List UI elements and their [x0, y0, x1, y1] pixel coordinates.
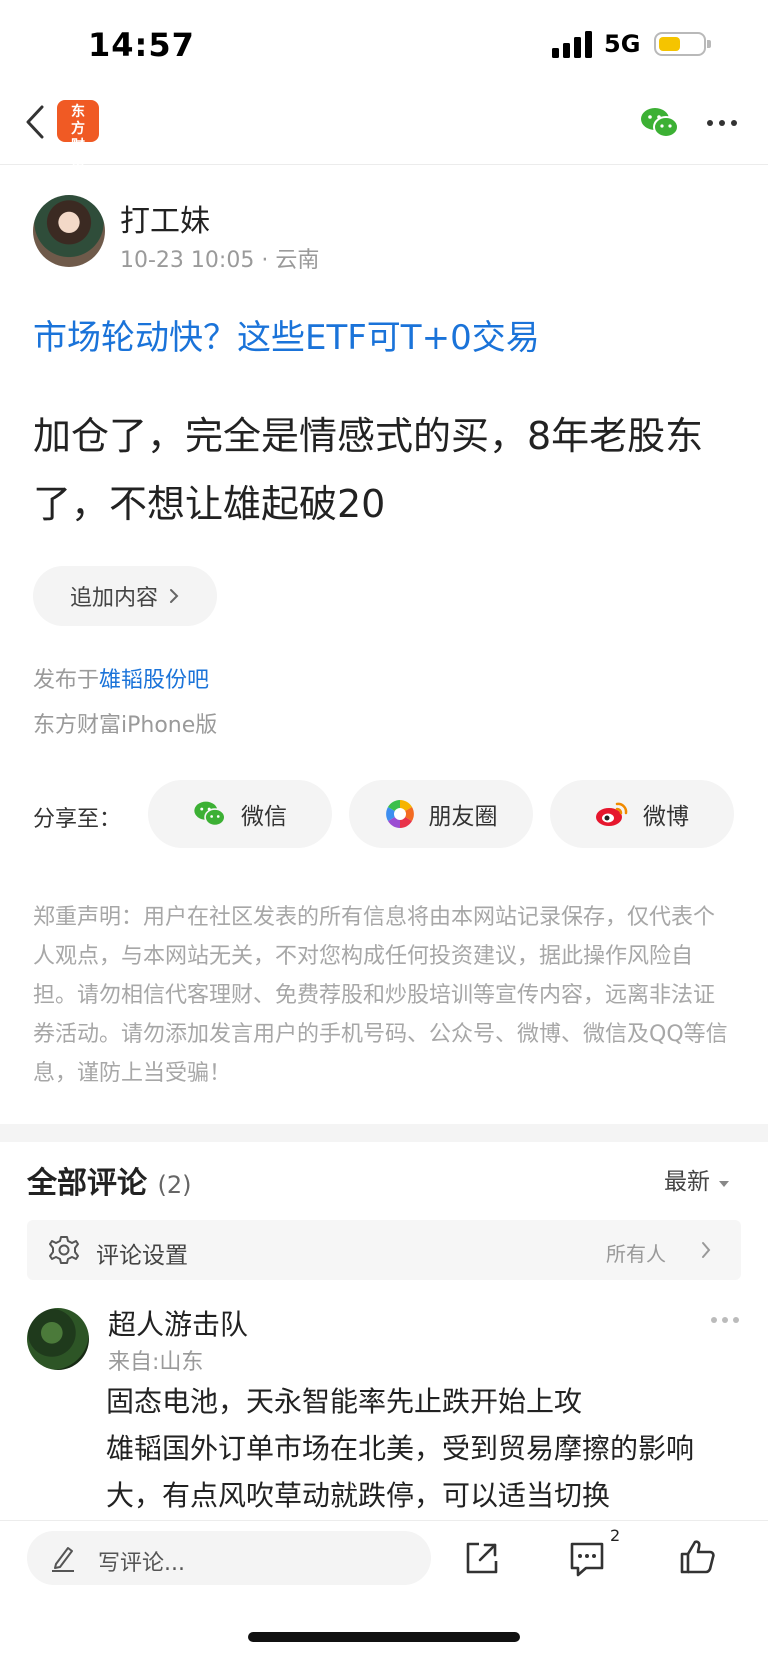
gear-icon: [49, 1236, 79, 1264]
status-time: 14:57: [88, 26, 195, 64]
comments-count: (2): [157, 1171, 192, 1199]
comments-title-text: 全部评论: [27, 1166, 147, 1201]
comment-icon[interactable]: [568, 1540, 606, 1578]
post-device: 东方财富iPhone版: [33, 713, 218, 738]
post-location: 云南: [275, 248, 320, 273]
comment-more-icon[interactable]: [710, 1316, 740, 1324]
commenter-name[interactable]: 超人游击队: [108, 1303, 248, 1343]
share-external-icon[interactable]: [464, 1540, 500, 1576]
published-in: 发布于雄韬股份吧: [33, 662, 209, 694]
chevron-right-icon: [170, 589, 179, 603]
meta-separator: ·: [261, 248, 276, 273]
post-title-link[interactable]: 市场轮动快？这些ETF可T+0交易: [33, 310, 540, 359]
battery-icon: [654, 32, 711, 56]
caret-down-icon: [719, 1181, 730, 1187]
comments-title: 全部评论 (2): [27, 1158, 191, 1202]
wechat-icon: [194, 801, 226, 827]
disclaimer-text: 郑重声明：用户在社区发表的所有信息将由本网站记录保存，仅代表个人观点，与本网站无…: [33, 905, 728, 1086]
like-thumbs-up-icon[interactable]: [678, 1538, 716, 1576]
comment-body: 固态电池，天永智能率先止跌开始上攻 雄韬国外订单市场在北美，受到贸易摩擦的影响大…: [106, 1378, 726, 1519]
author-name[interactable]: 打工妹: [120, 196, 210, 240]
share-wechat-label: 微信: [241, 804, 287, 830]
chevron-right-icon: [702, 1242, 711, 1258]
comment-settings-label: 评论设置: [96, 1243, 188, 1269]
commenter-avatar[interactable]: [27, 1308, 89, 1370]
logo-text: 东方财富: [71, 104, 85, 171]
author-avatar[interactable]: [33, 195, 105, 267]
comment-line: 固态电池，天永智能率先止跌开始上攻: [106, 1385, 583, 1418]
share-moments-button[interactable]: 朋友圈: [349, 780, 533, 848]
share-weibo-button[interactable]: 微博: [550, 780, 734, 848]
home-indicator: [248, 1632, 520, 1642]
comment-input[interactable]: [27, 1531, 431, 1585]
sort-dropdown[interactable]: 最新: [664, 1162, 731, 1196]
back-arrow-icon[interactable]: [24, 104, 46, 140]
post-meta: 10-23 10:05 · 云南: [120, 242, 319, 274]
share-moments-label: 朋友圈: [428, 804, 498, 830]
wechat-icon[interactable]: [640, 106, 680, 140]
post-content: 加仓了，完全是情感式的买，8年老股东了，不想让雄起破20: [33, 414, 704, 526]
section-divider: [0, 1124, 768, 1142]
share-weibo-label: 微博: [643, 804, 689, 830]
comment-settings-value: 所有人: [606, 1242, 666, 1266]
pencil-icon: [52, 1547, 74, 1572]
comment-count-badge: 2: [610, 1526, 621, 1545]
post-datetime: 10-23 10:05: [120, 248, 255, 273]
forum-link[interactable]: 雄韬股份吧: [99, 668, 209, 693]
weibo-icon: [596, 802, 628, 826]
comment-line: 雄韬国外订单市场在北美，受到贸易摩擦的影响大，有点风吹草动就跌停，可以适当切换: [106, 1432, 695, 1512]
share-label: 分享至：: [33, 807, 122, 832]
comment-input-placeholder: 写评论...: [98, 1551, 185, 1576]
app-logo[interactable]: 东方财富: [57, 100, 99, 171]
more-icon[interactable]: [706, 118, 738, 128]
signal-icon: [552, 31, 592, 58]
append-content-button[interactable]: 追加内容: [33, 566, 217, 626]
sort-label: 最新: [664, 1169, 710, 1195]
append-content-label: 追加内容: [69, 586, 158, 611]
network-type: 5G: [604, 30, 641, 58]
commenter-location: 来自:山东: [108, 1350, 204, 1375]
share-wechat-button[interactable]: 微信: [148, 780, 332, 848]
published-prefix: 发布于: [33, 668, 100, 693]
moments-icon: [385, 800, 414, 828]
